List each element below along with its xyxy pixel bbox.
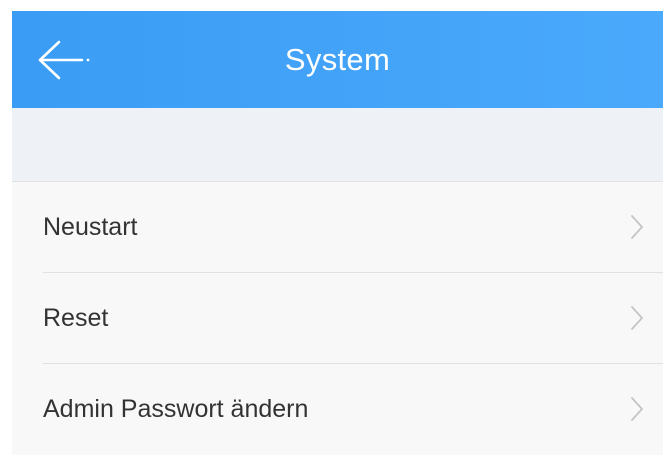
back-button[interactable] (32, 37, 92, 83)
list-item-neustart[interactable]: Neustart (12, 182, 663, 273)
list-item-reset[interactable]: Reset (12, 273, 663, 364)
list-item-label: Admin Passwort ändern (43, 395, 309, 423)
section-spacer (12, 108, 663, 182)
settings-list: Neustart Reset Admin Passwort ändern (12, 182, 663, 455)
list-item-label: Reset (43, 304, 109, 332)
list-item-admin-password[interactable]: Admin Passwort ändern (12, 364, 663, 455)
chevron-right-icon (631, 397, 643, 421)
system-settings-screen: System Neustart Reset Admin Passwort änd… (12, 11, 663, 455)
chevron-right-icon (631, 215, 643, 239)
page-title: System (284, 42, 391, 77)
app-header: System (12, 11, 663, 108)
list-item-label: Neustart (43, 213, 138, 241)
chevron-right-icon (631, 306, 643, 330)
arrow-left-icon (38, 40, 90, 80)
